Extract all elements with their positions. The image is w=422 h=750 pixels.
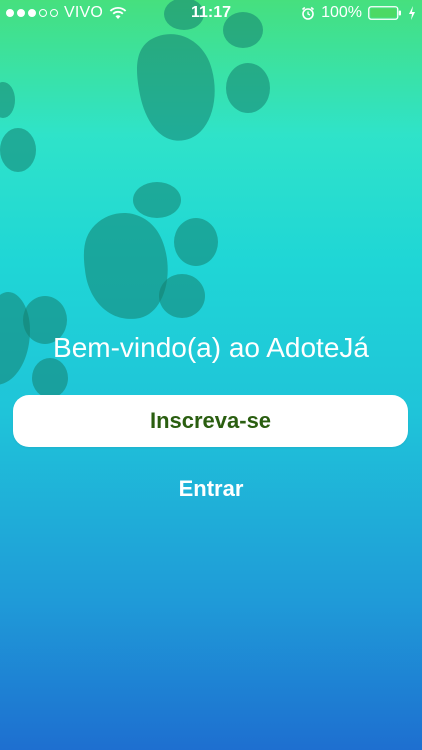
paw-prints-background bbox=[0, 0, 270, 398]
charging-icon bbox=[409, 6, 415, 20]
signup-button[interactable]: Inscreva-se bbox=[13, 395, 408, 447]
status-bar: VIVO 11:17 100% bbox=[0, 0, 422, 28]
paw-toe-middle-3 bbox=[159, 274, 205, 318]
status-bar-right: 100% bbox=[301, 4, 416, 22]
paw-toe-top-3 bbox=[226, 63, 270, 113]
paw-toe-middle-2 bbox=[174, 218, 218, 266]
paw-toe-lower-left-2 bbox=[32, 358, 68, 398]
battery-icon bbox=[368, 6, 401, 20]
battery-percent: 100% bbox=[321, 4, 362, 21]
paw-pad-middle bbox=[83, 213, 168, 319]
login-button[interactable]: Entrar bbox=[0, 472, 422, 506]
paw-toe-left-1 bbox=[0, 128, 36, 172]
paw-pad-top bbox=[137, 34, 215, 141]
paw-toe-left-2 bbox=[0, 82, 15, 118]
paw-toe-middle-1 bbox=[133, 182, 181, 218]
alarm-icon bbox=[302, 6, 315, 20]
welcome-title: Bem-vindo(a) ao AdoteJá bbox=[53, 332, 369, 363]
